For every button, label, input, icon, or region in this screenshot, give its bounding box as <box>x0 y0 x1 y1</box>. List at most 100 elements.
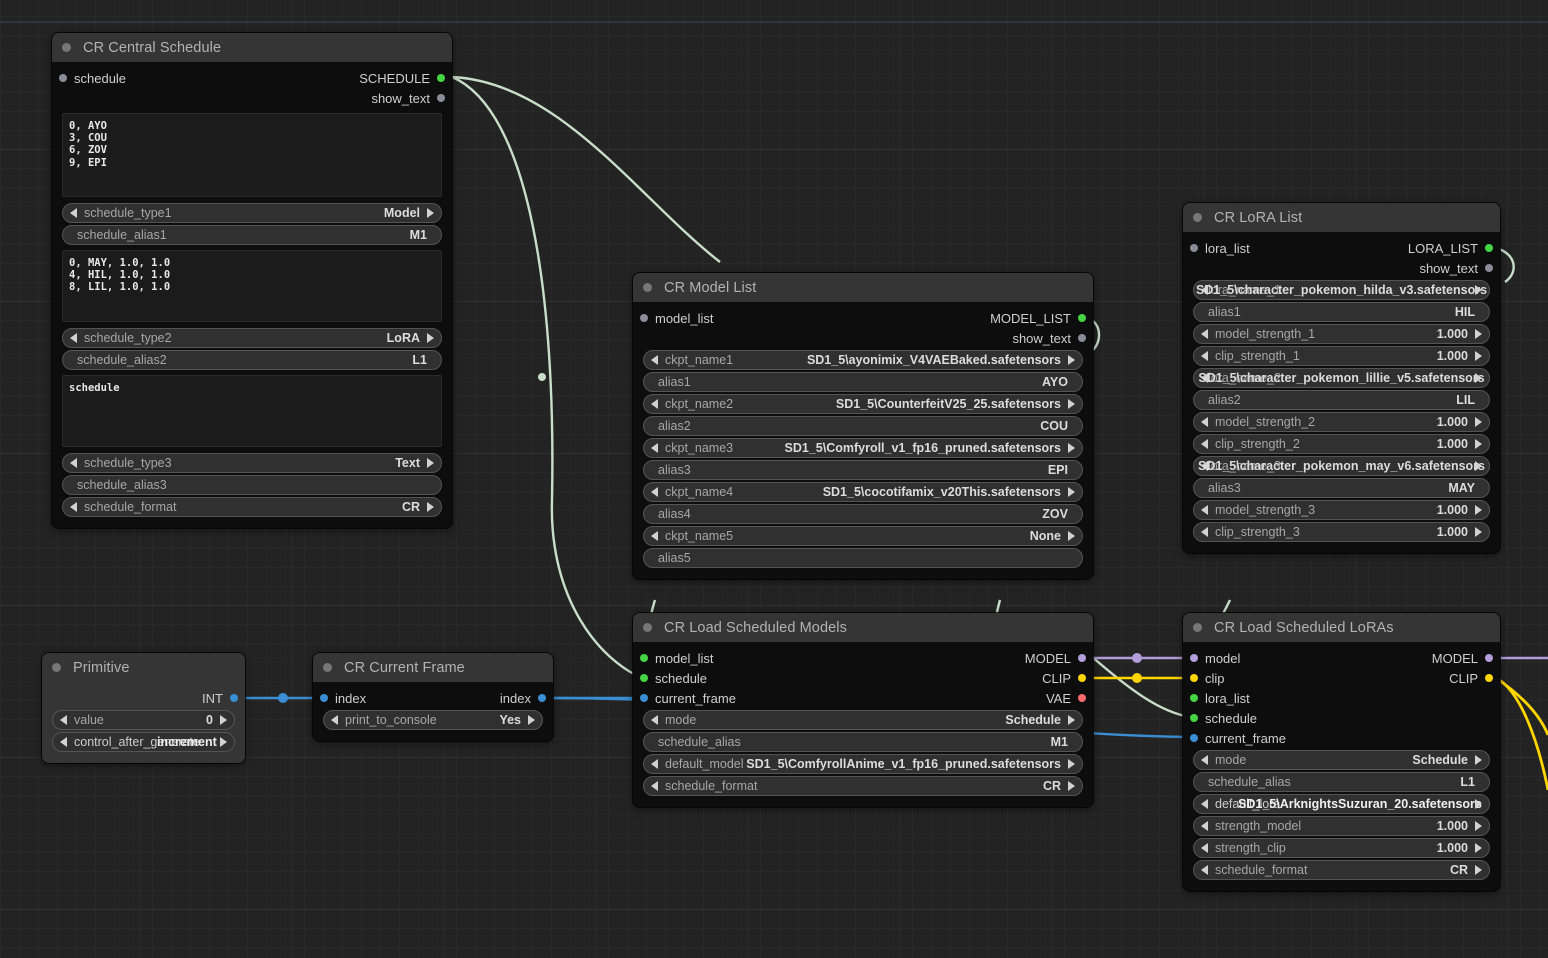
widget-ckpt-name3[interactable]: ckpt_name3 SD1_5\Comfyroll_v1_fp16_prune… <box>643 438 1083 458</box>
arrow-right-icon[interactable] <box>528 715 535 725</box>
widget-alias2[interactable]: alias2 LIL <box>1193 390 1490 410</box>
node-cr-load-scheduled-models[interactable]: CR Load Scheduled Models model_list MODE… <box>633 613 1093 807</box>
widget-model-strength-3[interactable]: model_strength_3 1.000 <box>1193 500 1490 520</box>
widget-ckpt-name4[interactable]: ckpt_name4 SD1_5\cocotifamix_v20This.saf… <box>643 482 1083 502</box>
node-primitive[interactable]: Primitive INT value 0 control_after_gene… <box>42 653 245 763</box>
input-slot-schedule[interactable]: schedule <box>1190 711 1257 726</box>
port-dot-icon[interactable] <box>1190 674 1198 682</box>
arrow-left-icon[interactable] <box>70 333 77 343</box>
collapse-dot-icon[interactable] <box>1193 213 1202 222</box>
arrow-right-icon[interactable] <box>1475 755 1482 765</box>
output-slot-show-text[interactable]: show_text <box>371 91 445 106</box>
output-slot-lora-list[interactable]: LORA_LIST <box>1408 241 1493 256</box>
arrow-left-icon[interactable] <box>1201 527 1208 537</box>
widget-ckpt-name1[interactable]: ckpt_name1 SD1_5\ayonimix_V4VAEBaked.saf… <box>643 350 1083 370</box>
arrow-left-icon[interactable] <box>1201 821 1208 831</box>
port-dot-icon[interactable] <box>1190 734 1198 742</box>
input-slot-lora-list[interactable]: lora_list <box>1190 241 1250 256</box>
port-dot-icon[interactable] <box>1078 314 1086 322</box>
arrow-right-icon[interactable] <box>1068 531 1075 541</box>
arrow-left-icon[interactable] <box>1201 865 1208 875</box>
input-slot-model-list[interactable]: model_list <box>640 311 714 326</box>
node-cr-central-schedule[interactable]: CR Central Schedule schedule SCHEDULE sh… <box>52 33 452 528</box>
widget-default-lora[interactable]: default_lora SD1_5\ArknightsSuzuran_20.s… <box>1193 794 1490 814</box>
input-slot-schedule[interactable]: schedule <box>640 671 707 686</box>
node-header[interactable]: CR Central Schedule <box>52 33 452 62</box>
output-slot-schedule[interactable]: SCHEDULE <box>359 71 445 86</box>
arrow-left-icon[interactable] <box>651 487 658 497</box>
node-header[interactable]: CR Load Scheduled LoRAs <box>1183 613 1500 642</box>
arrow-right-icon[interactable] <box>1475 843 1482 853</box>
arrow-right-icon[interactable] <box>1068 487 1075 497</box>
output-slot-model-list[interactable]: MODEL_LIST <box>990 311 1086 326</box>
schedule-text-area-1[interactable]: 0, AYO 3, COU 6, ZOV 9, EPI <box>62 113 442 197</box>
port-dot-icon[interactable] <box>640 314 648 322</box>
port-dot-icon[interactable] <box>1485 654 1493 662</box>
arrow-left-icon[interactable] <box>60 737 67 747</box>
port-dot-icon[interactable] <box>640 694 648 702</box>
node-cr-model-list[interactable]: CR Model List model_list MODEL_LIST show… <box>633 273 1093 579</box>
widget-schedule-format[interactable]: schedule_format CR <box>643 776 1083 796</box>
node-header[interactable]: Primitive <box>42 653 245 682</box>
arrow-left-icon[interactable] <box>651 759 658 769</box>
port-dot-icon[interactable] <box>59 74 67 82</box>
widget-lora-name-2[interactable]: lora_name_2 SD1_5\character_pokemon_lill… <box>1193 368 1490 388</box>
widget-schedule-type1[interactable]: schedule_type1 Model <box>62 203 442 223</box>
node-header[interactable]: CR Load Scheduled Models <box>633 613 1093 642</box>
port-dot-icon[interactable] <box>1078 334 1086 342</box>
arrow-left-icon[interactable] <box>1201 439 1208 449</box>
arrow-right-icon[interactable] <box>1475 821 1482 831</box>
schedule-text-area-3[interactable]: schedule <box>62 375 442 447</box>
arrow-right-icon[interactable] <box>1475 373 1482 383</box>
arrow-left-icon[interactable] <box>651 355 658 365</box>
widget-ckpt-name5[interactable]: ckpt_name5 None <box>643 526 1083 546</box>
arrow-right-icon[interactable] <box>1475 461 1482 471</box>
widget-lora-name-3[interactable]: lora_name_3 SD1_5\character_pokemon_may_… <box>1193 456 1490 476</box>
collapse-dot-icon[interactable] <box>62 43 71 52</box>
port-dot-icon[interactable] <box>1078 654 1086 662</box>
arrow-left-icon[interactable] <box>1201 329 1208 339</box>
port-dot-icon[interactable] <box>1190 244 1198 252</box>
output-slot-show-text[interactable]: show_text <box>1012 331 1086 346</box>
output-slot-clip[interactable]: CLIP <box>1042 671 1086 686</box>
arrow-left-icon[interactable] <box>1201 351 1208 361</box>
widget-alias4[interactable]: alias4 ZOV <box>643 504 1083 524</box>
arrow-left-icon[interactable] <box>1201 843 1208 853</box>
input-slot-index[interactable]: index <box>320 691 366 706</box>
output-slot-index[interactable]: index <box>500 691 546 706</box>
widget-schedule-type2[interactable]: schedule_type2 LoRA <box>62 328 442 348</box>
port-dot-icon[interactable] <box>1190 654 1198 662</box>
port-dot-icon[interactable] <box>1078 694 1086 702</box>
widget-clip-strength-1[interactable]: clip_strength_1 1.000 <box>1193 346 1490 366</box>
arrow-right-icon[interactable] <box>1475 865 1482 875</box>
node-cr-lora-list[interactable]: CR LoRA List lora_list LORA_LIST show_te… <box>1183 203 1500 553</box>
collapse-dot-icon[interactable] <box>52 663 61 672</box>
arrow-left-icon[interactable] <box>60 715 67 725</box>
arrow-right-icon[interactable] <box>1068 715 1075 725</box>
arrow-right-icon[interactable] <box>1475 351 1482 361</box>
port-dot-icon[interactable] <box>1190 714 1198 722</box>
output-slot-int[interactable]: INT <box>202 691 238 706</box>
arrow-right-icon[interactable] <box>220 715 227 725</box>
port-dot-icon[interactable] <box>640 654 648 662</box>
schedule-text-area-2[interactable]: 0, MAY, 1.0, 1.0 4, HIL, 1.0, 1.0 8, LIL… <box>62 250 442 322</box>
input-slot-current-frame[interactable]: current_frame <box>640 691 736 706</box>
arrow-left-icon[interactable] <box>1201 799 1208 809</box>
port-dot-icon[interactable] <box>640 674 648 682</box>
widget-schedule-alias2[interactable]: schedule_alias2 L1 <box>62 350 442 370</box>
widget-schedule-alias1[interactable]: schedule_alias1 M1 <box>62 225 442 245</box>
arrow-left-icon[interactable] <box>1201 755 1208 765</box>
arrow-left-icon[interactable] <box>651 715 658 725</box>
arrow-left-icon[interactable] <box>70 208 77 218</box>
arrow-left-icon[interactable] <box>651 399 658 409</box>
collapse-dot-icon[interactable] <box>643 623 652 632</box>
arrow-right-icon[interactable] <box>1475 799 1482 809</box>
arrow-left-icon[interactable] <box>651 443 658 453</box>
widget-mode[interactable]: mode Schedule <box>643 710 1083 730</box>
arrow-left-icon[interactable] <box>1201 505 1208 515</box>
port-dot-icon[interactable] <box>538 694 546 702</box>
port-dot-icon[interactable] <box>1078 674 1086 682</box>
widget-alias1[interactable]: alias1 AYO <box>643 372 1083 392</box>
arrow-right-icon[interactable] <box>1068 759 1075 769</box>
output-slot-model[interactable]: MODEL <box>1432 651 1493 666</box>
